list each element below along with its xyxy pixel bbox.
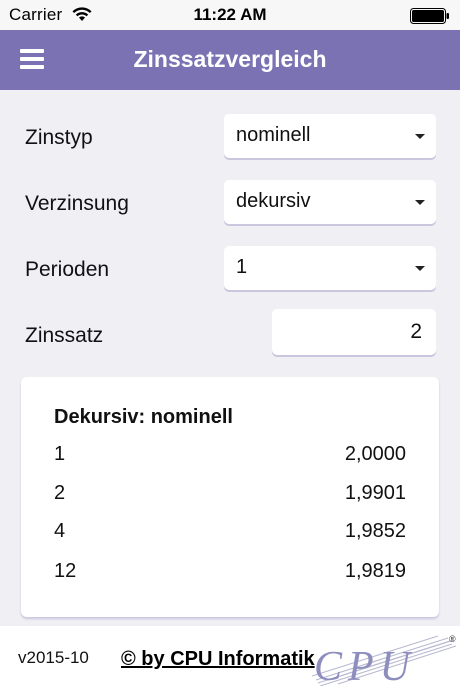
results-card: Dekursiv: nominell 1 2,0000 2 1,9901 4 1…: [21, 377, 439, 617]
result-row: 4 1,9852: [54, 520, 406, 546]
verzinsung-label: Verzinsung: [25, 192, 129, 215]
copyright-link[interactable]: © by CPU Informatik: [121, 648, 315, 671]
footer: v2015-10 CPU ® © by CPU Informatik: [0, 626, 460, 690]
results-title: Dekursiv: nominell: [54, 406, 233, 428]
result-row: 12 1,9819: [54, 560, 406, 586]
perioden-select[interactable]: 1: [224, 246, 436, 290]
cpu-logo: CPU ®: [311, 634, 457, 686]
zinstyp-value: nominell: [236, 124, 311, 146]
result-period: 4: [54, 520, 66, 542]
perioden-value: 1: [236, 256, 248, 278]
form-area: Zinstyp nominell Verzinsung dekursiv Per…: [0, 90, 460, 626]
result-period: 2: [54, 482, 66, 504]
chevron-down-icon: [415, 200, 425, 205]
navigation-bar: Zinssatzvergleich: [0, 30, 460, 90]
zinstyp-select[interactable]: nominell: [224, 114, 436, 158]
version-label: v2015-10: [18, 648, 89, 667]
status-bar: Carrier 11:22 AM: [0, 0, 460, 30]
result-rate: 1,9901: [344, 482, 406, 504]
chevron-down-icon: [415, 266, 425, 271]
verzinsung-value: dekursiv: [236, 190, 311, 212]
result-rate: 1,9819: [344, 560, 406, 582]
clock: 11:22 AM: [193, 5, 267, 24]
result-rate: 2,0000: [344, 443, 406, 465]
zinstyp-label: Zinstyp: [25, 126, 93, 149]
result-row: 2 1,9901: [54, 482, 406, 508]
chevron-down-icon: [415, 134, 425, 139]
result-period: 1: [54, 443, 66, 465]
page-title: Zinssatzvergleich: [133, 46, 327, 72]
battery-icon: [410, 8, 449, 24]
cpu-logo-text: CPU: [314, 644, 416, 686]
result-row: 1 2,0000: [54, 443, 406, 469]
zinssatz-label: Zinssatz: [25, 324, 104, 347]
zinssatz-input[interactable]: [272, 309, 436, 355]
registered-mark: ®: [449, 634, 456, 644]
result-rate: 1,9852: [344, 520, 406, 542]
result-period: 12: [54, 560, 77, 582]
verzinsung-select[interactable]: dekursiv: [224, 180, 436, 224]
perioden-label: Perioden: [25, 258, 110, 281]
